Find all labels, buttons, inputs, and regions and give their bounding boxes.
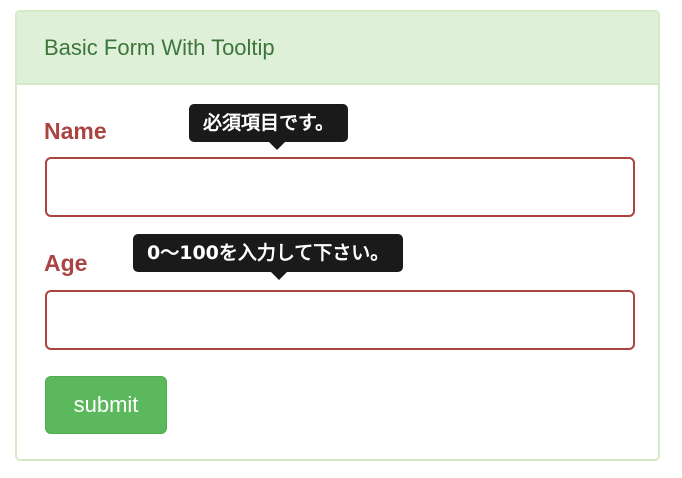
form-panel: Basic Form With Tooltip Name 必須項目です。 Age… xyxy=(15,10,660,461)
submit-button[interactable]: submit xyxy=(45,376,167,434)
name-tooltip-text: 必須項目です。 xyxy=(203,112,335,134)
age-tooltip-arrow xyxy=(271,272,287,280)
panel-title: Basic Form With Tooltip xyxy=(44,35,275,60)
age-input[interactable] xyxy=(45,290,635,350)
name-tooltip-arrow xyxy=(269,142,285,150)
age-tooltip-text: 0〜100を入力して下さい。 xyxy=(147,242,390,264)
name-label: Name xyxy=(44,118,107,144)
name-input[interactable] xyxy=(45,157,635,217)
panel-heading: Basic Form With Tooltip xyxy=(17,12,658,85)
age-tooltip: 0〜100を入力して下さい。 xyxy=(133,234,404,272)
name-tooltip: 必須項目です。 xyxy=(189,104,349,142)
age-label: Age xyxy=(44,250,88,276)
